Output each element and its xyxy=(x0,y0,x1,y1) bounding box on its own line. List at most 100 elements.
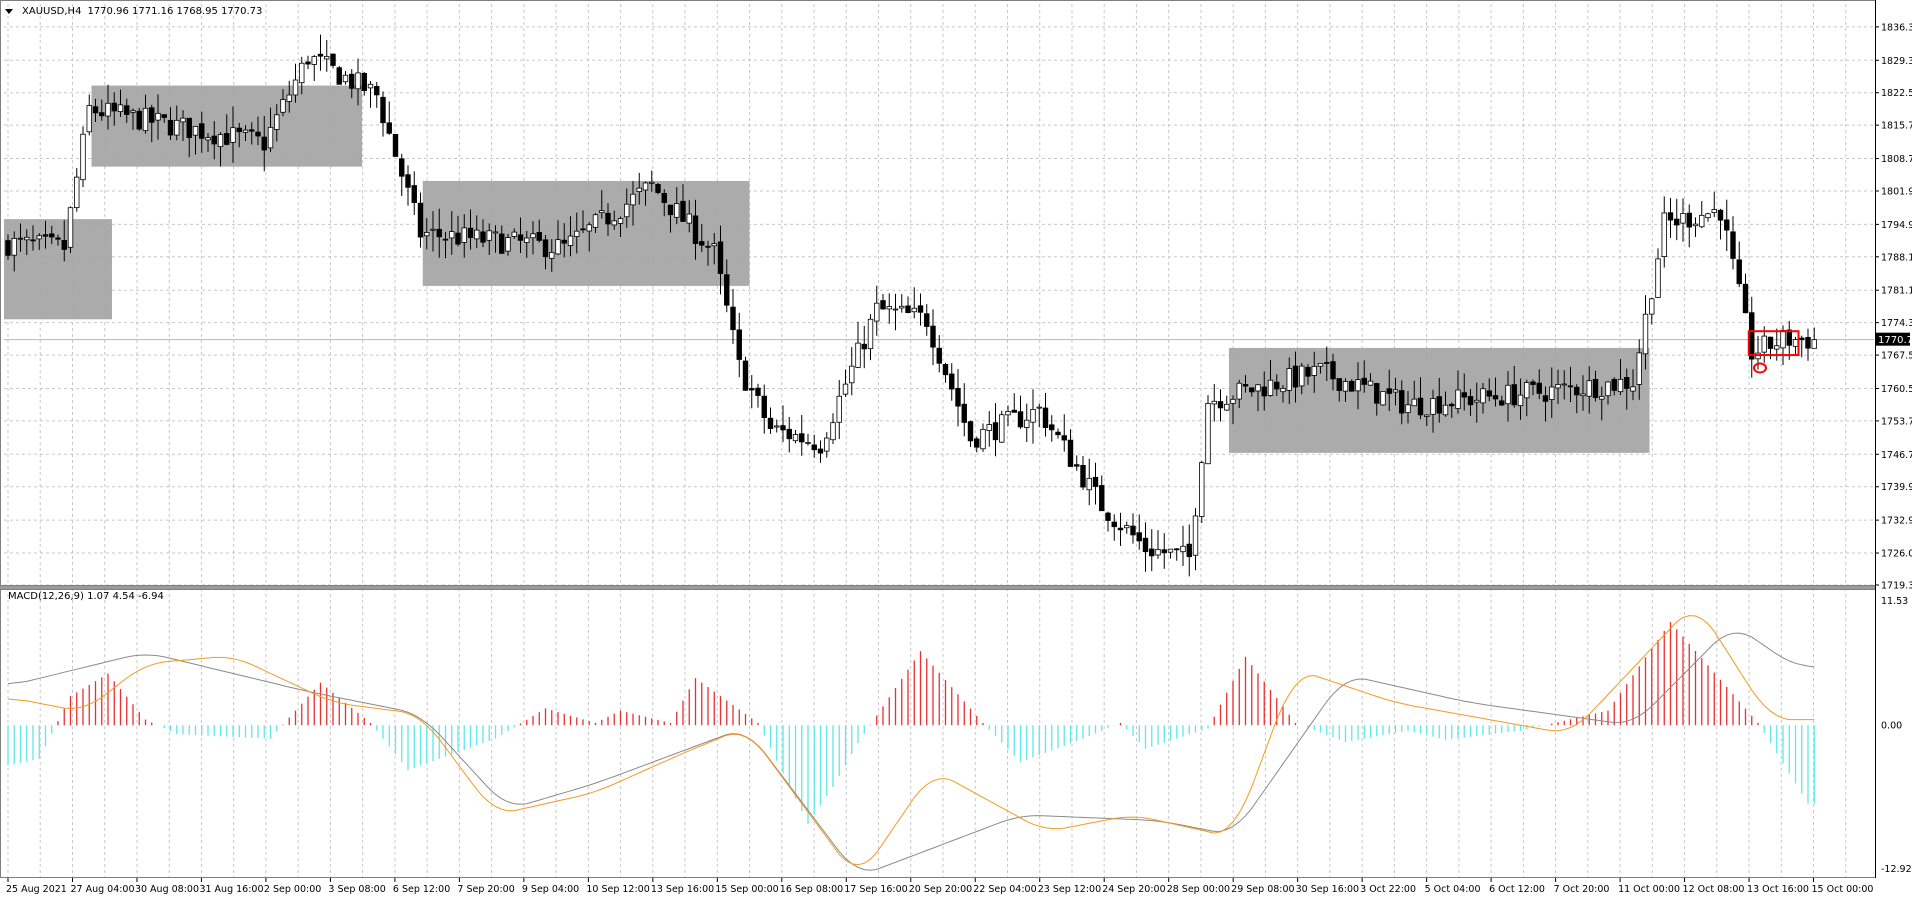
time-tick-label: 17 Sep 16:00 xyxy=(844,884,907,895)
price-tick-label: 1822.50 xyxy=(1881,88,1912,99)
bear-candle xyxy=(1805,336,1811,349)
chart-window[interactable]: 1836.30 1829.30 1822.50 1815.70 1808.70 1801.… xyxy=(0,0,1912,900)
bull-candle xyxy=(355,72,361,90)
bear-candle xyxy=(17,237,24,240)
bear-candle xyxy=(305,61,311,65)
bull-candle xyxy=(424,232,430,237)
bear-candle xyxy=(42,234,49,237)
bull-candle xyxy=(24,236,30,241)
bear-candle xyxy=(580,228,586,231)
bear-candle xyxy=(1624,377,1630,389)
bear-candle xyxy=(1492,395,1499,400)
bull-candle xyxy=(11,238,17,256)
bull-candle xyxy=(674,203,680,218)
bear-candle xyxy=(61,239,67,250)
bear-candle xyxy=(1449,403,1455,407)
bull-candle xyxy=(1505,384,1511,405)
bull-candle xyxy=(205,137,211,141)
bear-candle xyxy=(799,433,805,443)
bull-candle xyxy=(36,235,42,240)
bull-candle xyxy=(1655,258,1661,298)
bull-candle xyxy=(192,126,199,136)
bull-candle xyxy=(1661,212,1667,257)
chart-menu-icon[interactable] xyxy=(5,9,13,14)
bull-candle xyxy=(805,441,811,444)
bear-candle xyxy=(605,212,611,225)
bull-candle xyxy=(649,181,655,184)
chart-canvas[interactable]: 1836.30 1829.30 1822.50 1815.70 1808.70 1801.… xyxy=(0,0,1912,900)
time-tick-label: 23 Sep 12:00 xyxy=(1038,884,1101,895)
bear-candle xyxy=(1417,397,1424,416)
bull-candle xyxy=(1267,379,1274,396)
bull-candle xyxy=(1180,545,1186,553)
bull-candle xyxy=(686,213,692,224)
bull-candle xyxy=(599,210,605,214)
time-tick-label: 9 Sep 04:00 xyxy=(522,884,579,895)
bear-candle xyxy=(705,245,711,248)
bear-candle xyxy=(917,305,924,313)
bull-candle xyxy=(86,105,92,133)
bear-candle xyxy=(1017,411,1024,428)
bull-candle xyxy=(1430,398,1436,415)
bull-candle xyxy=(1774,345,1780,350)
bull-candle xyxy=(461,227,467,243)
bear-candle xyxy=(442,238,449,241)
bear-candle xyxy=(224,133,230,145)
bear-candle xyxy=(330,53,336,66)
price-tick-label: 1815.70 xyxy=(1881,121,1912,132)
price-tick-label: 1836.30 xyxy=(1881,22,1912,33)
bull-candle xyxy=(1199,462,1205,517)
bull-candle xyxy=(1705,213,1711,219)
bear-candle xyxy=(5,240,11,256)
bear-candle xyxy=(880,300,886,310)
bull-candle xyxy=(1124,525,1130,529)
bear-candle xyxy=(1011,409,1017,413)
bull-candle xyxy=(886,306,892,310)
bull-candle xyxy=(1636,352,1642,385)
time-tick-label: 7 Sep 20:00 xyxy=(457,884,514,895)
bear-candle xyxy=(955,387,961,407)
bull-candle xyxy=(849,365,855,384)
bull-candle xyxy=(1761,335,1767,353)
time-tick-label: 3 Sep 08:00 xyxy=(328,884,385,895)
bull-candle xyxy=(1024,419,1030,428)
bull-candle xyxy=(511,231,517,237)
bull-candle xyxy=(842,383,849,395)
price-tick-label: 1746.70 xyxy=(1881,450,1912,461)
bull-candle xyxy=(611,220,617,226)
time-tick-label: 13 Oct 16:00 xyxy=(1747,884,1809,895)
bull-candle xyxy=(1811,339,1817,349)
bull-candle xyxy=(1649,298,1655,315)
bull-candle xyxy=(311,56,317,65)
bear-candle xyxy=(317,53,324,57)
bear-candle xyxy=(124,105,130,115)
bull-candle xyxy=(1005,411,1011,416)
bull-candle xyxy=(324,55,330,60)
bear-candle xyxy=(974,438,980,448)
bear-candle xyxy=(167,119,174,136)
bull-candle xyxy=(1036,406,1042,409)
bull-candle xyxy=(1367,380,1374,386)
bear-candle xyxy=(817,448,824,454)
bull-candle xyxy=(1580,393,1586,397)
indicator-tick-label: -12.92 xyxy=(1881,864,1912,875)
price-tick-label: 1739.90 xyxy=(1881,482,1912,493)
price-tick-label: 1767.50 xyxy=(1881,351,1912,362)
time-tick-label: 22 Sep 04:00 xyxy=(973,884,1036,895)
time-tick-label: 7 Oct 20:00 xyxy=(1554,884,1610,895)
bear-candle xyxy=(1592,378,1599,399)
bull-candle xyxy=(1155,548,1161,556)
indicator-tick-label: 0.00 xyxy=(1881,721,1902,732)
price-tick-label: 1726.00 xyxy=(1881,549,1912,560)
bear-candle xyxy=(1574,386,1580,396)
bear-candle xyxy=(1336,378,1342,391)
bull-candle xyxy=(1780,330,1786,349)
bear-candle xyxy=(811,444,817,451)
time-tick-label: 25 Aug 2021 xyxy=(6,884,67,895)
bear-candle xyxy=(149,107,155,123)
indicator-axis: 11.53 0.00 -12.92 xyxy=(1881,596,1912,875)
bear-candle xyxy=(924,313,930,327)
bear-candle xyxy=(1749,312,1755,360)
bear-candle xyxy=(1786,329,1792,346)
bear-candle xyxy=(1611,378,1617,391)
